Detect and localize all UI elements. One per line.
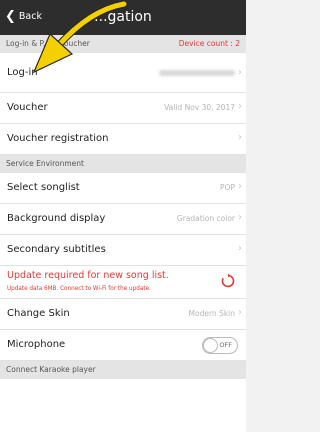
subtitles-label: Secondary subtitles [7,244,106,255]
voucher-row[interactable]: Voucher Valid Nov 30, 2017 › [0,93,246,124]
section-title: Connect Karaoke player [6,365,96,374]
top-bar: ❮ Back ...gation [0,0,246,35]
toggle-state: OFF [219,341,232,349]
chevron-right-icon: › [238,243,242,254]
section-header-login-voucher: Log-in & P... e voucher Device count : 2 [0,35,246,53]
secondary-subtitles-row[interactable]: Secondary subtitles › [0,235,246,266]
background-label: Background display [7,213,106,224]
update-song-list-row[interactable]: Update required for new song list. Updat… [0,266,246,299]
page-title: ...gation [94,9,152,25]
skin-label: Change Skin [7,308,70,319]
voucher-value: Valid Nov 30, 2017 [164,103,235,112]
login-account-value [159,69,235,78]
toggle-knob [203,338,218,353]
section-header-service-environment: Service Environment [0,155,246,173]
chevron-right-icon: › [238,67,242,78]
voucher-registration-label: Voucher registration [7,133,109,144]
login-row[interactable]: Log-in › [0,53,246,93]
section-header-connect-karaoke: Connect Karaoke player [0,361,246,379]
change-skin-row[interactable]: Change Skin Modern Skin › [0,299,246,330]
chevron-right-icon: › [238,212,242,223]
songlist-label: Select songlist [7,182,80,193]
chevron-right-icon: › [238,101,242,112]
section-title: Log-in & P... e voucher [6,39,90,48]
refresh-icon[interactable] [220,273,236,289]
section-title: Service Environment [6,159,84,168]
device-count: Device count : 2 [178,39,240,48]
chevron-right-icon: › [238,132,242,143]
chevron-right-icon: › [238,307,242,318]
songlist-value: POP [220,183,235,192]
chevron-right-icon: › [238,181,242,192]
update-subtext: Update data 6MB. Connect to Wi-Fi for th… [7,286,151,292]
update-label: Update required for new song list. [7,270,169,281]
select-songlist-row[interactable]: Select songlist POP › [0,173,246,204]
background-display-row[interactable]: Background display Gradation color › [0,204,246,235]
voucher-label: Voucher [7,102,48,113]
list-continuation [0,379,246,432]
background-value: Gradation color [176,214,235,223]
microphone-toggle[interactable]: OFF [202,337,238,354]
microphone-row: Microphone OFF [0,330,246,361]
login-label: Log-in [7,67,38,78]
microphone-label: Microphone [7,339,66,350]
skin-value: Modern Skin [188,309,235,318]
voucher-registration-row[interactable]: Voucher registration › [0,124,246,155]
